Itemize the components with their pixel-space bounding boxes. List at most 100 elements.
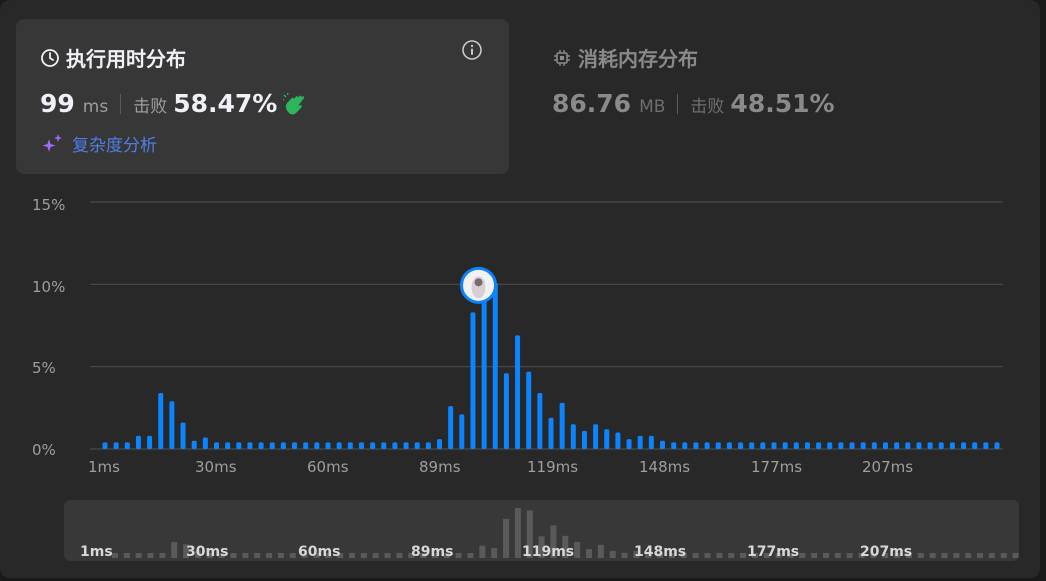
navigator-bar bbox=[491, 548, 498, 558]
distribution-bar[interactable] bbox=[570, 424, 576, 449]
distribution-bar[interactable] bbox=[214, 442, 219, 449]
distribution-bar[interactable] bbox=[593, 424, 599, 449]
runtime-distribution-chart[interactable]: 15% 10% 5% 0% 1ms 30ms 60ms 89ms 119ms 1… bbox=[0, 180, 1040, 500]
distribution-bar[interactable] bbox=[113, 442, 119, 449]
memory-card[interactable]: 消耗内存分布 86.76 MB 击败 48.51% bbox=[540, 19, 1020, 174]
distribution-bar[interactable] bbox=[548, 417, 554, 449]
distribution-bar[interactable] bbox=[169, 401, 175, 449]
distribution-bar[interactable] bbox=[916, 442, 922, 449]
distribution-bar[interactable] bbox=[269, 442, 275, 449]
distribution-bar[interactable] bbox=[961, 442, 967, 449]
distribution-bar[interactable] bbox=[124, 442, 130, 449]
distribution-bar[interactable] bbox=[771, 442, 777, 449]
distribution-bar[interactable] bbox=[704, 442, 710, 449]
distribution-bar[interactable] bbox=[347, 442, 353, 449]
distribution-bar[interactable] bbox=[503, 373, 509, 449]
distribution-bar[interactable] bbox=[682, 442, 688, 449]
distribution-bar[interactable] bbox=[303, 442, 309, 449]
distribution-bar[interactable] bbox=[247, 442, 253, 449]
distribution-bar[interactable] bbox=[414, 442, 420, 449]
distribution-bar[interactable] bbox=[949, 442, 955, 449]
distribution-bar[interactable] bbox=[726, 442, 732, 449]
distribution-bar[interactable] bbox=[894, 442, 900, 449]
distribution-bar[interactable] bbox=[671, 442, 677, 449]
distribution-bar[interactable] bbox=[827, 442, 833, 449]
distribution-bar[interactable] bbox=[838, 442, 844, 449]
distribution-bar[interactable] bbox=[983, 442, 989, 449]
distribution-bar[interactable] bbox=[437, 439, 442, 449]
distribution-bar[interactable] bbox=[392, 442, 398, 449]
distribution-bar[interactable] bbox=[883, 442, 888, 449]
navigator-label: 89ms bbox=[411, 544, 454, 560]
x-tick-label: 207ms bbox=[862, 458, 914, 476]
distribution-bar[interactable] bbox=[994, 442, 1000, 449]
range-navigator[interactable]: 1ms 30ms 60ms 89ms 119ms 148ms 177ms 207… bbox=[64, 500, 1019, 561]
distribution-bar[interactable] bbox=[927, 442, 933, 449]
x-tick-label: 1ms bbox=[88, 458, 120, 476]
distribution-bar[interactable] bbox=[660, 440, 665, 449]
distribution-bar[interactable] bbox=[147, 435, 153, 449]
distribution-bar[interactable] bbox=[370, 442, 376, 449]
distribution-bar[interactable] bbox=[693, 442, 699, 449]
runtime-card[interactable]: 执行用时分布 99 ms 击败 58.47% 复杂度分析 bbox=[16, 19, 509, 174]
distribution-bar[interactable] bbox=[292, 442, 298, 449]
user-avatar[interactable] bbox=[460, 266, 498, 304]
distribution-bar[interactable] bbox=[381, 442, 387, 449]
distribution-bar[interactable] bbox=[225, 442, 231, 449]
distribution-bar[interactable] bbox=[738, 442, 744, 449]
distribution-bar[interactable] bbox=[358, 442, 364, 449]
distribution-bar[interactable] bbox=[749, 442, 755, 449]
navigator-bar bbox=[977, 553, 984, 558]
x-tick-label: 30ms bbox=[195, 458, 237, 476]
distribution-bar[interactable] bbox=[804, 442, 810, 449]
distribution-bar[interactable] bbox=[526, 371, 532, 449]
distribution-bar[interactable] bbox=[849, 442, 855, 449]
distribution-bar[interactable] bbox=[459, 414, 465, 449]
info-icon[interactable] bbox=[461, 39, 483, 61]
distribution-bar[interactable] bbox=[604, 429, 610, 449]
distribution-bar[interactable] bbox=[537, 393, 543, 449]
distribution-bar[interactable] bbox=[236, 442, 242, 449]
distribution-bar[interactable] bbox=[314, 442, 320, 449]
distribution-bar[interactable] bbox=[202, 437, 208, 449]
distribution-bar[interactable] bbox=[180, 422, 186, 449]
distribution-bar[interactable] bbox=[905, 442, 911, 449]
distribution-bar[interactable] bbox=[325, 442, 331, 449]
distribution-bar[interactable] bbox=[135, 435, 141, 449]
distribution-bar[interactable] bbox=[760, 442, 766, 449]
distribution-bar[interactable] bbox=[637, 435, 643, 449]
distribution-bar[interactable] bbox=[280, 442, 286, 449]
navigator-bar bbox=[811, 553, 818, 558]
distribution-bar[interactable] bbox=[102, 442, 108, 449]
distribution-bar[interactable] bbox=[860, 442, 866, 449]
navigator-bar bbox=[834, 553, 841, 558]
distribution-bar[interactable] bbox=[559, 402, 565, 449]
distribution-bar[interactable] bbox=[871, 442, 877, 449]
distribution-bar[interactable] bbox=[515, 335, 521, 449]
distribution-bar[interactable] bbox=[425, 442, 431, 449]
distribution-bar[interactable] bbox=[626, 439, 632, 449]
distribution-bar[interactable] bbox=[258, 442, 264, 449]
chart-plot[interactable] bbox=[0, 180, 1040, 500]
distribution-bar[interactable] bbox=[403, 442, 409, 449]
distribution-bar[interactable] bbox=[648, 435, 654, 449]
distribution-bar[interactable] bbox=[191, 440, 197, 449]
distribution-bar[interactable] bbox=[816, 442, 822, 449]
distribution-bar[interactable] bbox=[938, 442, 944, 449]
distribution-bar[interactable] bbox=[715, 442, 721, 449]
x-tick-label: 60ms bbox=[307, 458, 349, 476]
distribution-bar[interactable] bbox=[581, 430, 587, 449]
distribution-bar[interactable] bbox=[793, 442, 799, 449]
distribution-bar[interactable] bbox=[158, 393, 164, 449]
distribution-bar[interactable] bbox=[782, 442, 788, 449]
runtime-value: 99 bbox=[40, 89, 75, 118]
memory-unit: MB bbox=[639, 97, 666, 117]
distribution-bar[interactable] bbox=[492, 282, 498, 449]
distribution-bar[interactable] bbox=[615, 432, 621, 449]
distribution-bar[interactable] bbox=[470, 312, 476, 449]
distribution-bar[interactable] bbox=[972, 442, 978, 449]
distribution-bar[interactable] bbox=[448, 406, 454, 449]
complexity-analysis-link[interactable]: 复杂度分析 bbox=[40, 131, 157, 156]
navigator-bar bbox=[384, 553, 391, 558]
distribution-bar[interactable] bbox=[336, 442, 342, 449]
